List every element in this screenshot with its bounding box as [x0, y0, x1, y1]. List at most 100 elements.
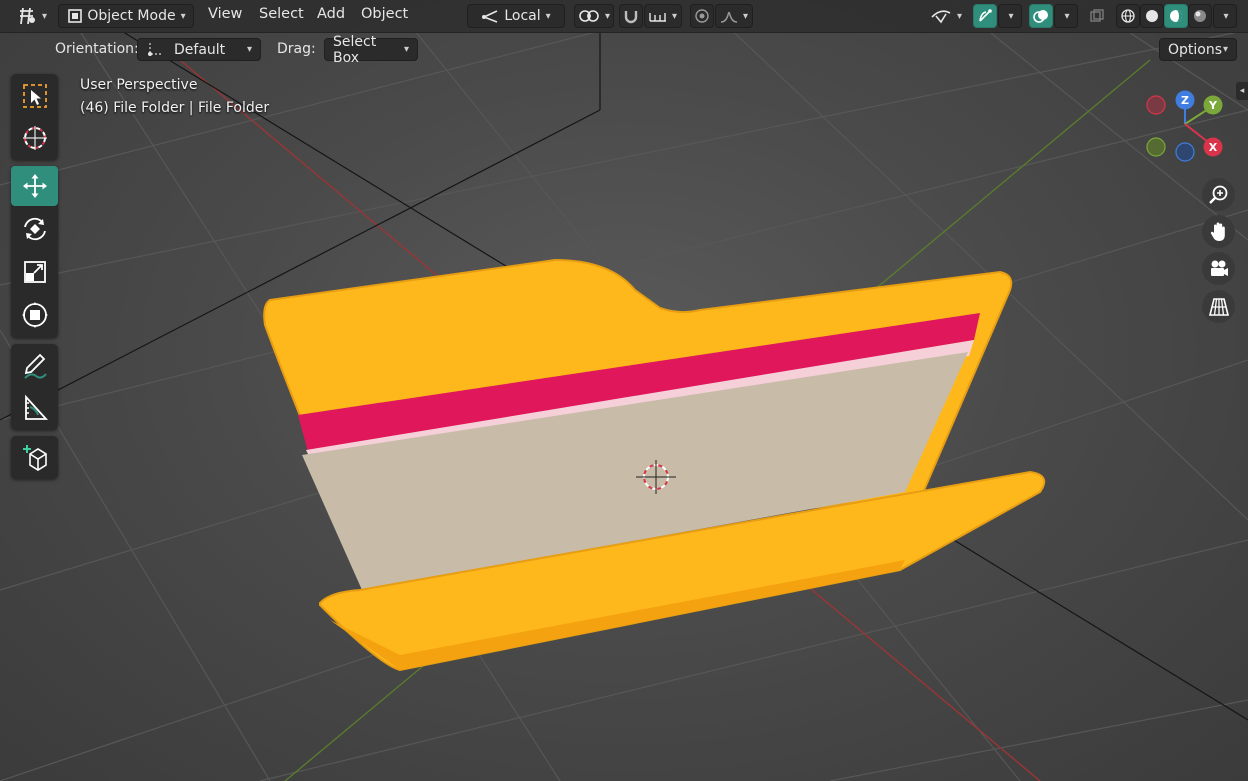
pivot-point-selector[interactable]: ▾ [574, 4, 614, 28]
perspective-grid-icon [1208, 297, 1229, 316]
menu-view[interactable]: View [208, 6, 242, 22]
orientation-value: Default [174, 41, 226, 58]
zoom-magnifier-icon [1208, 185, 1227, 204]
gizmo-icon [979, 9, 992, 22]
x-axis-label: X [1209, 141, 1218, 154]
drag-dropdown[interactable]: Select Box ▾ [324, 34, 418, 66]
hand-icon [1210, 222, 1225, 241]
drag-value: Select Box [333, 33, 377, 66]
orientation-label: Local [504, 8, 541, 24]
3d-viewport[interactable] [0, 0, 1248, 781]
pivot-icon [579, 10, 599, 22]
negative-y-handle[interactable] [1146, 137, 1166, 157]
show-overlays-toggle[interactable] [1029, 4, 1053, 28]
proportional-edit-icon [695, 9, 709, 23]
mode-label: Object Mode [87, 8, 176, 24]
tool-cursor[interactable] [11, 118, 58, 158]
cursor-icon [22, 126, 47, 150]
chevron-down-icon: ▾ [1008, 10, 1014, 22]
overlays-options-dropdown[interactable]: ▾ [1054, 4, 1078, 28]
chevron-down-icon: ▾ [604, 10, 611, 22]
measure-ruler-icon [24, 394, 48, 420]
y-axis-label: Y [1208, 99, 1218, 112]
chevron-down-icon: ▾ [403, 44, 409, 55]
editor-type-button[interactable]: ▾ [12, 4, 52, 28]
toolbar-group-add [11, 436, 58, 479]
tool-measure[interactable] [11, 388, 58, 428]
tool-select-box[interactable] [11, 76, 58, 116]
material-sphere-icon [1170, 10, 1182, 22]
tool-move[interactable] [11, 166, 58, 206]
menu-add[interactable]: Add [317, 6, 345, 22]
orientation-dropdown[interactable]: Default ▾ [137, 38, 261, 61]
magnet-icon [624, 11, 638, 24]
toolbar-group-select [11, 74, 58, 160]
chevron-down-icon: ▾ [1222, 44, 1228, 55]
tool-add-cube[interactable] [11, 437, 58, 477]
tool-transform[interactable] [11, 295, 58, 335]
wireframe-sphere-icon [1121, 9, 1135, 23]
show-gizmo-toggle[interactable] [973, 4, 997, 28]
z-axis-label: Z [1181, 94, 1189, 107]
overlays-icon [1033, 10, 1048, 23]
solid-sphere-icon [1146, 10, 1158, 22]
select-box-icon [22, 84, 47, 108]
tool-scale[interactable] [11, 252, 58, 292]
view-name: User Perspective [80, 77, 198, 93]
tool-rotate[interactable] [11, 209, 58, 249]
snap-target-selector[interactable]: ▾ [644, 4, 682, 28]
viewport-header: ▾ Object Mode ▾ View Select Add Object L… [0, 0, 1248, 33]
orientation-icon [482, 10, 498, 23]
chevron-down-icon: ▾ [545, 10, 551, 22]
navigation-gizmo[interactable]: Z Y X [1140, 84, 1240, 168]
chevron-down-icon: ▾ [246, 44, 252, 55]
tool-annotate[interactable] [11, 346, 58, 386]
gizmo-options-dropdown[interactable]: ▾ [998, 4, 1022, 28]
chevron-down-icon: ▾ [41, 10, 48, 22]
move-icon [22, 174, 47, 198]
negative-z-handle[interactable] [1175, 142, 1195, 162]
rotate-icon [23, 217, 46, 241]
proportional-editing-toggle[interactable] [690, 4, 714, 28]
shading-solid-button[interactable] [1140, 4, 1164, 28]
axis-icon [148, 42, 161, 56]
mode-selector[interactable]: Object Mode ▾ [58, 4, 194, 28]
menu-object[interactable]: Object [361, 6, 408, 22]
scale-icon [23, 261, 46, 283]
rendered-sphere-icon [1194, 10, 1206, 22]
orientation-label: Orientation: [55, 41, 139, 57]
chevron-down-icon: ▾ [1064, 10, 1070, 22]
proportional-falloff-selector[interactable]: ▾ [715, 4, 753, 28]
chevron-left-icon: ◂ [1239, 86, 1245, 96]
zoom-button[interactable] [1202, 178, 1235, 211]
menu-select[interactable]: Select [259, 6, 304, 22]
negative-x-handle[interactable] [1146, 95, 1166, 115]
xray-icon [1090, 9, 1104, 22]
camera-icon [1210, 260, 1228, 276]
chevron-down-icon: ▾ [956, 10, 963, 22]
falloff-curve-icon [720, 11, 738, 23]
drag-label: Drag: [277, 41, 316, 57]
shading-rendered-button[interactable] [1188, 4, 1212, 28]
projection-toggle-button[interactable] [1202, 290, 1235, 323]
visibility-icon [931, 10, 951, 24]
options-dropdown[interactable]: Options ▾ [1159, 38, 1237, 61]
pan-button[interactable] [1202, 215, 1235, 248]
visibility-selector[interactable]: ▾ [925, 4, 967, 28]
object-mode-icon [68, 9, 83, 23]
transform-orientation-selector[interactable]: Local ▾ [467, 4, 565, 28]
viewport-scene[interactable] [0, 0, 1248, 781]
snap-increment-icon [649, 13, 666, 22]
snap-toggle[interactable] [619, 4, 643, 28]
shading-options-dropdown[interactable]: ▾ [1213, 4, 1237, 28]
chevron-down-icon: ▾ [180, 10, 186, 22]
camera-view-button[interactable] [1202, 252, 1235, 285]
annotate-pencil-icon [23, 353, 47, 379]
toolbar-group-annotate [11, 344, 58, 430]
shading-wireframe-button[interactable] [1116, 4, 1140, 28]
transform-icon [21, 302, 48, 328]
xray-toggle[interactable] [1085, 4, 1109, 28]
chevron-down-icon: ▾ [1223, 10, 1229, 22]
toolbar-group-transform [11, 166, 58, 338]
shading-material-preview-button[interactable] [1164, 4, 1188, 28]
